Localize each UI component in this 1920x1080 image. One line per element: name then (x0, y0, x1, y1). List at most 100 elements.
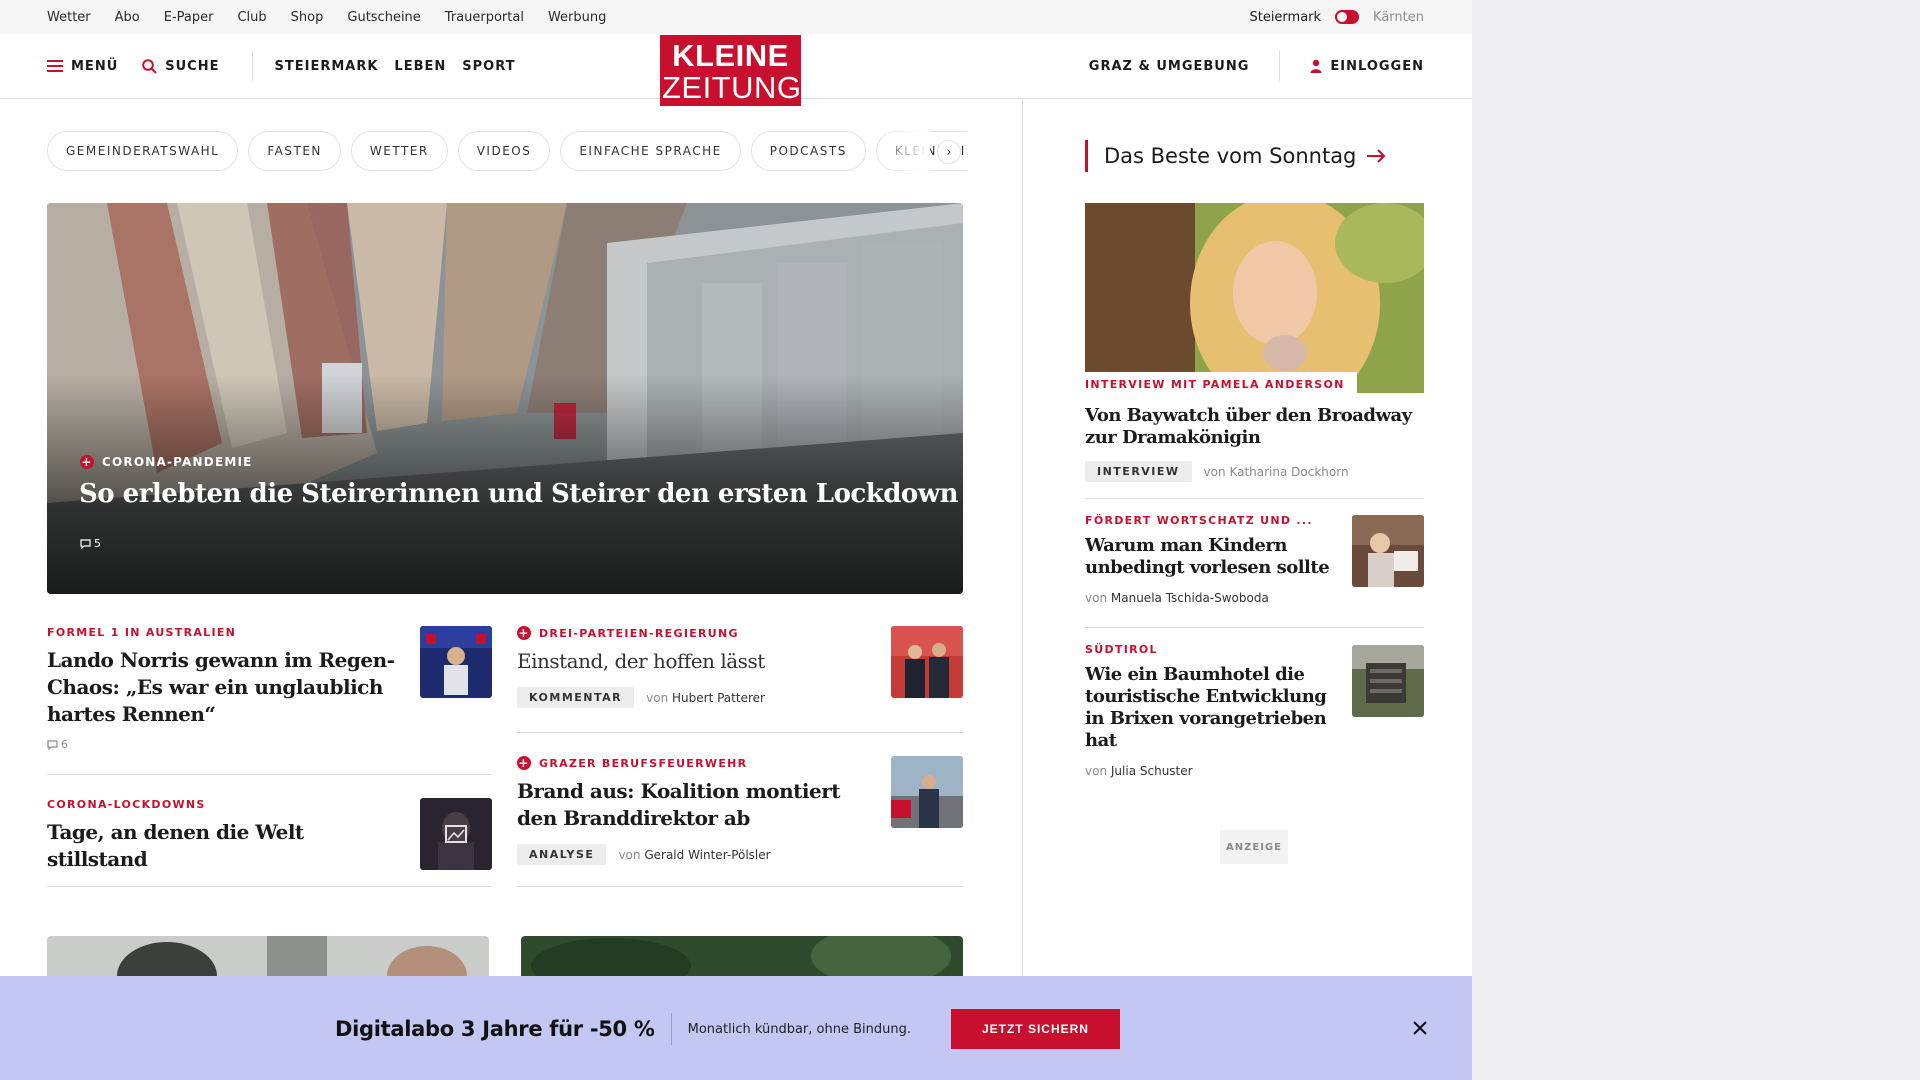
region-steiermark[interactable]: Steiermark (1249, 10, 1321, 25)
thumb-corona[interactable] (420, 798, 492, 870)
banner-close-button[interactable] (1408, 1016, 1432, 1040)
separator-line (1085, 627, 1424, 628)
thumb-vorlesen[interactable] (1352, 515, 1424, 587)
chip-einfache-sprache[interactable]: EINFACHE SPRACHE (560, 131, 741, 171)
utility-link-abo[interactable]: Abo (115, 10, 140, 25)
jetzt-sichern-button[interactable]: JETZT SICHERN (950, 1009, 1120, 1049)
close-icon (1413, 1021, 1427, 1035)
sidebar-kicker: FÖRDERT WORTSCHATZ UND ... (1085, 514, 1313, 527)
sidebar-teaser-byline: von Katharina Dockhorn (1204, 465, 1349, 479)
utility-link-wetter[interactable]: Wetter (47, 10, 91, 25)
logo-line-1: KLEINE (672, 38, 789, 73)
region-graz-link[interactable]: GRAZ & UMGEBUNG (1089, 59, 1250, 74)
thumb-baumhotel[interactable] (1352, 645, 1424, 717)
sidebar-teaser-title[interactable]: Warum man Kindern unbedingt vorlesen sol… (1085, 535, 1330, 579)
teaser-byline: von Gerald Winter-Pölsler (618, 848, 770, 862)
teaser-title[interactable]: Lando Norris gewann im Regen-Chaos: „Es … (47, 647, 407, 728)
chip-podcasts[interactable]: PODCASTS (750, 131, 866, 171)
teaser-kicker: FORMEL 1 IN AUSTRALIEN (47, 626, 237, 639)
by-prefix: von (618, 847, 641, 862)
nav-leben[interactable]: LEBEN (394, 59, 446, 74)
hero-teaser[interactable]: + CORONA-PANDEMIE So erlebten die Steire… (47, 203, 963, 594)
chips-next-button[interactable]: › (937, 140, 961, 164)
teaser-regierung[interactable]: + DREI-PARTEIEN-REGIERUNG Einstand, der … (517, 626, 877, 708)
teaser-title[interactable]: Tage, an denen die Welt stillstand (47, 819, 407, 873)
sidebar-teaser-meta: INTERVIEW von Katharina Dockhorn (1085, 461, 1424, 482)
author-name[interactable]: Manuela Tschida-Swoboda (1111, 591, 1269, 605)
utility-link-trauerportal[interactable]: Trauerportal (445, 10, 524, 25)
utility-links: Wetter Abo E-Paper Club Shop Gutscheine … (47, 0, 606, 34)
chip-gemeinderatswahl[interactable]: GEMEINDERATSWAHL (47, 131, 239, 171)
ad-label: ANZEIGE (1220, 830, 1288, 864)
separator-line (517, 886, 963, 887)
sidebar-teaser-vorlesen[interactable]: FÖRDERT WORTSCHATZ UND ... Warum man Kin… (1085, 514, 1330, 605)
hero-comment-count[interactable]: 5 (80, 537, 101, 550)
thumb-formel1[interactable] (420, 626, 492, 698)
pamela-anderson-image (1085, 203, 1424, 393)
utility-link-werbung[interactable]: Werbung (548, 10, 606, 25)
thumb-feuerwehr[interactable] (891, 756, 963, 828)
sidebar-kicker-box: INTERVIEW MIT PAMELA ANDERSON (1085, 372, 1357, 395)
kleine-zeitung-logo[interactable]: KLEINE ZEITUNG (660, 35, 801, 106)
teaser-corona-lockdowns[interactable]: CORONA-LOCKDOWNS Tage, an denen die Welt… (47, 798, 407, 873)
chip-wetter[interactable]: WETTER (350, 131, 448, 171)
hero-comment-number: 5 (94, 537, 101, 550)
sidebar-teaser-title[interactable]: Von Baywatch über den Broadway zur Drama… (1085, 405, 1424, 449)
sidebar-teaser-interview[interactable]: Von Baywatch über den Broadway zur Drama… (1085, 405, 1424, 482)
corona-image (420, 798, 492, 870)
sidebar-teaser-tag: INTERVIEW (1085, 461, 1192, 482)
region-switch: Steiermark Kärnten (1249, 0, 1424, 34)
teaser-title[interactable]: Brand aus: Koalition montiert den Brandd… (517, 778, 877, 832)
author-name[interactable]: Hubert Patterer (672, 691, 765, 705)
separator-line (47, 774, 493, 775)
author-name[interactable]: Katharina Dockhorn (1229, 465, 1348, 479)
login-button[interactable]: EINLOGGEN (1310, 59, 1424, 74)
sidebar-heading-text: Das Beste vom Sonntag (1104, 144, 1357, 168)
sidebar-teaser-byline: von Manuela Tschida-Swoboda (1085, 591, 1269, 605)
teaser-kicker-text: GRAZER BERUFSFEUERWEHR (539, 756, 748, 770)
sidebar-teaser-title[interactable]: Wie ein Baumhotel die touristische Entwi… (1085, 664, 1330, 752)
separator-line (517, 732, 963, 733)
thumb-regierung[interactable] (891, 626, 963, 698)
sidebar-teaser-baumhotel[interactable]: SÜDTIROL Wie ein Baumhotel die touristis… (1085, 643, 1330, 778)
region-toggle[interactable] (1335, 10, 1360, 24)
by-prefix: von (646, 690, 669, 705)
feuerwehr-image (891, 756, 963, 828)
regierung-image (891, 626, 963, 698)
search-button[interactable]: SUCHE (142, 59, 219, 74)
utility-link-club[interactable]: Club (237, 10, 266, 25)
menu-button[interactable]: MENÜ (47, 59, 118, 74)
comment-icon (47, 739, 58, 750)
utility-link-shop[interactable]: Shop (291, 10, 324, 25)
teaser-feuerwehr[interactable]: + GRAZER BERUFSFEUERWEHR Brand aus: Koal… (517, 756, 877, 865)
page: Wetter Abo E-Paper Club Shop Gutscheine … (0, 0, 1472, 1080)
login-label: EINLOGGEN (1330, 58, 1424, 74)
teaser-comment-count[interactable]: 6 (47, 738, 407, 751)
author-name[interactable]: Gerald Winter-Pölsler (644, 848, 770, 862)
hero-title[interactable]: So erlebten die Steirerinnen und Steirer… (79, 477, 959, 511)
banner-text: Monatlich kündbar, ohne Bindung. (687, 1021, 911, 1037)
arrow-right-icon (1367, 149, 1386, 163)
chip-fasten[interactable]: FASTEN (248, 131, 341, 171)
hero-kicker: + CORONA-PANDEMIE (80, 455, 253, 469)
teaser-title[interactable]: Einstand, der hoffen lässt (517, 648, 877, 675)
sidebar-kicker: INTERVIEW MIT PAMELA ANDERSON (1085, 378, 1345, 391)
nav-steiermark[interactable]: STEIERMARK (275, 59, 379, 74)
sidebar-heading[interactable]: Das Beste vom Sonntag (1085, 140, 1386, 172)
author-name[interactable]: Julia Schuster (1111, 764, 1193, 778)
nav-sport[interactable]: SPORT (462, 59, 515, 74)
sidebar-hero-image[interactable] (1085, 203, 1424, 393)
utility-link-epaper[interactable]: E-Paper (164, 10, 214, 25)
teaser-formel1[interactable]: FORMEL 1 IN AUSTRALIEN Lando Norris gewa… (47, 626, 407, 751)
sidebar-kicker: SÜDTIROL (1085, 643, 1158, 656)
region-kaernten[interactable]: Kärnten (1373, 10, 1424, 25)
chip-videos[interactable]: VIDEOS (457, 131, 551, 171)
by-prefix: von (1085, 764, 1108, 778)
utility-bar: Wetter Abo E-Paper Club Shop Gutscheine … (0, 0, 1472, 34)
plus-icon: + (517, 626, 531, 640)
search-label: SUCHE (165, 58, 220, 74)
teaser-byline: von Hubert Patterer (646, 691, 765, 705)
utility-link-gutscheine[interactable]: Gutscheine (347, 10, 420, 25)
sidebar-teaser-byline: von Julia Schuster (1085, 764, 1193, 778)
header-right: GRAZ & UMGEBUNG EINLOGGEN (1089, 34, 1424, 98)
